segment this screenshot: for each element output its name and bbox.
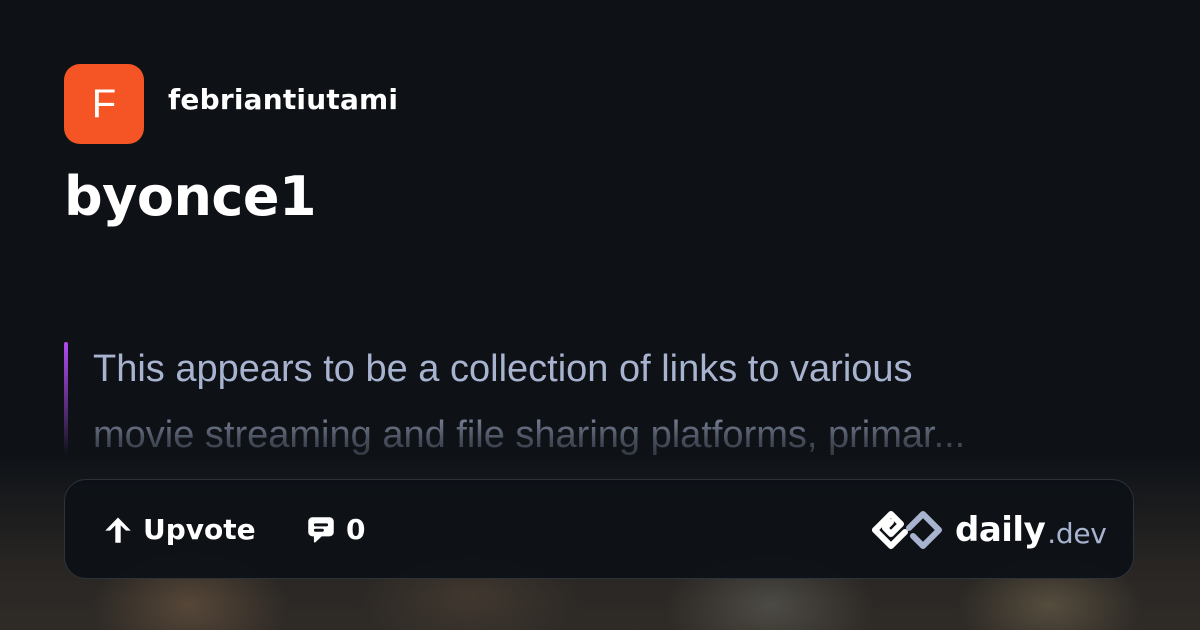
- post-title[interactable]: byonce1: [64, 164, 317, 230]
- summary-accent-bar: [64, 342, 68, 454]
- author-name[interactable]: febriantiutami: [168, 82, 398, 118]
- daily-dev-brand[interactable]: daily .dev: [871, 508, 1107, 552]
- arrow-up-icon: [101, 513, 135, 547]
- summary-line: This appears to be a collection of links…: [93, 348, 913, 390]
- comments-button[interactable]: 0: [304, 510, 365, 550]
- post-summary: This appears to be a collection of links…: [93, 336, 1138, 468]
- comment-bubble-icon: [304, 513, 338, 547]
- upvote-button[interactable]: Upvote: [101, 510, 256, 550]
- brand-suffix: .dev: [1047, 517, 1107, 550]
- summary-line: movie streaming and file sharing platfor…: [93, 414, 966, 456]
- post-action-bar: Upvote 0 daily .dev: [64, 479, 1134, 579]
- brand-name: daily: [955, 510, 1046, 550]
- daily-dev-logo-icon: [871, 508, 943, 552]
- avatar-letter: F: [91, 82, 117, 126]
- author-avatar[interactable]: F: [64, 64, 144, 144]
- upvote-label: Upvote: [143, 513, 256, 546]
- comment-count: 0: [346, 513, 366, 546]
- share-card: F febriantiutami byonce1 This appears to…: [0, 0, 1200, 630]
